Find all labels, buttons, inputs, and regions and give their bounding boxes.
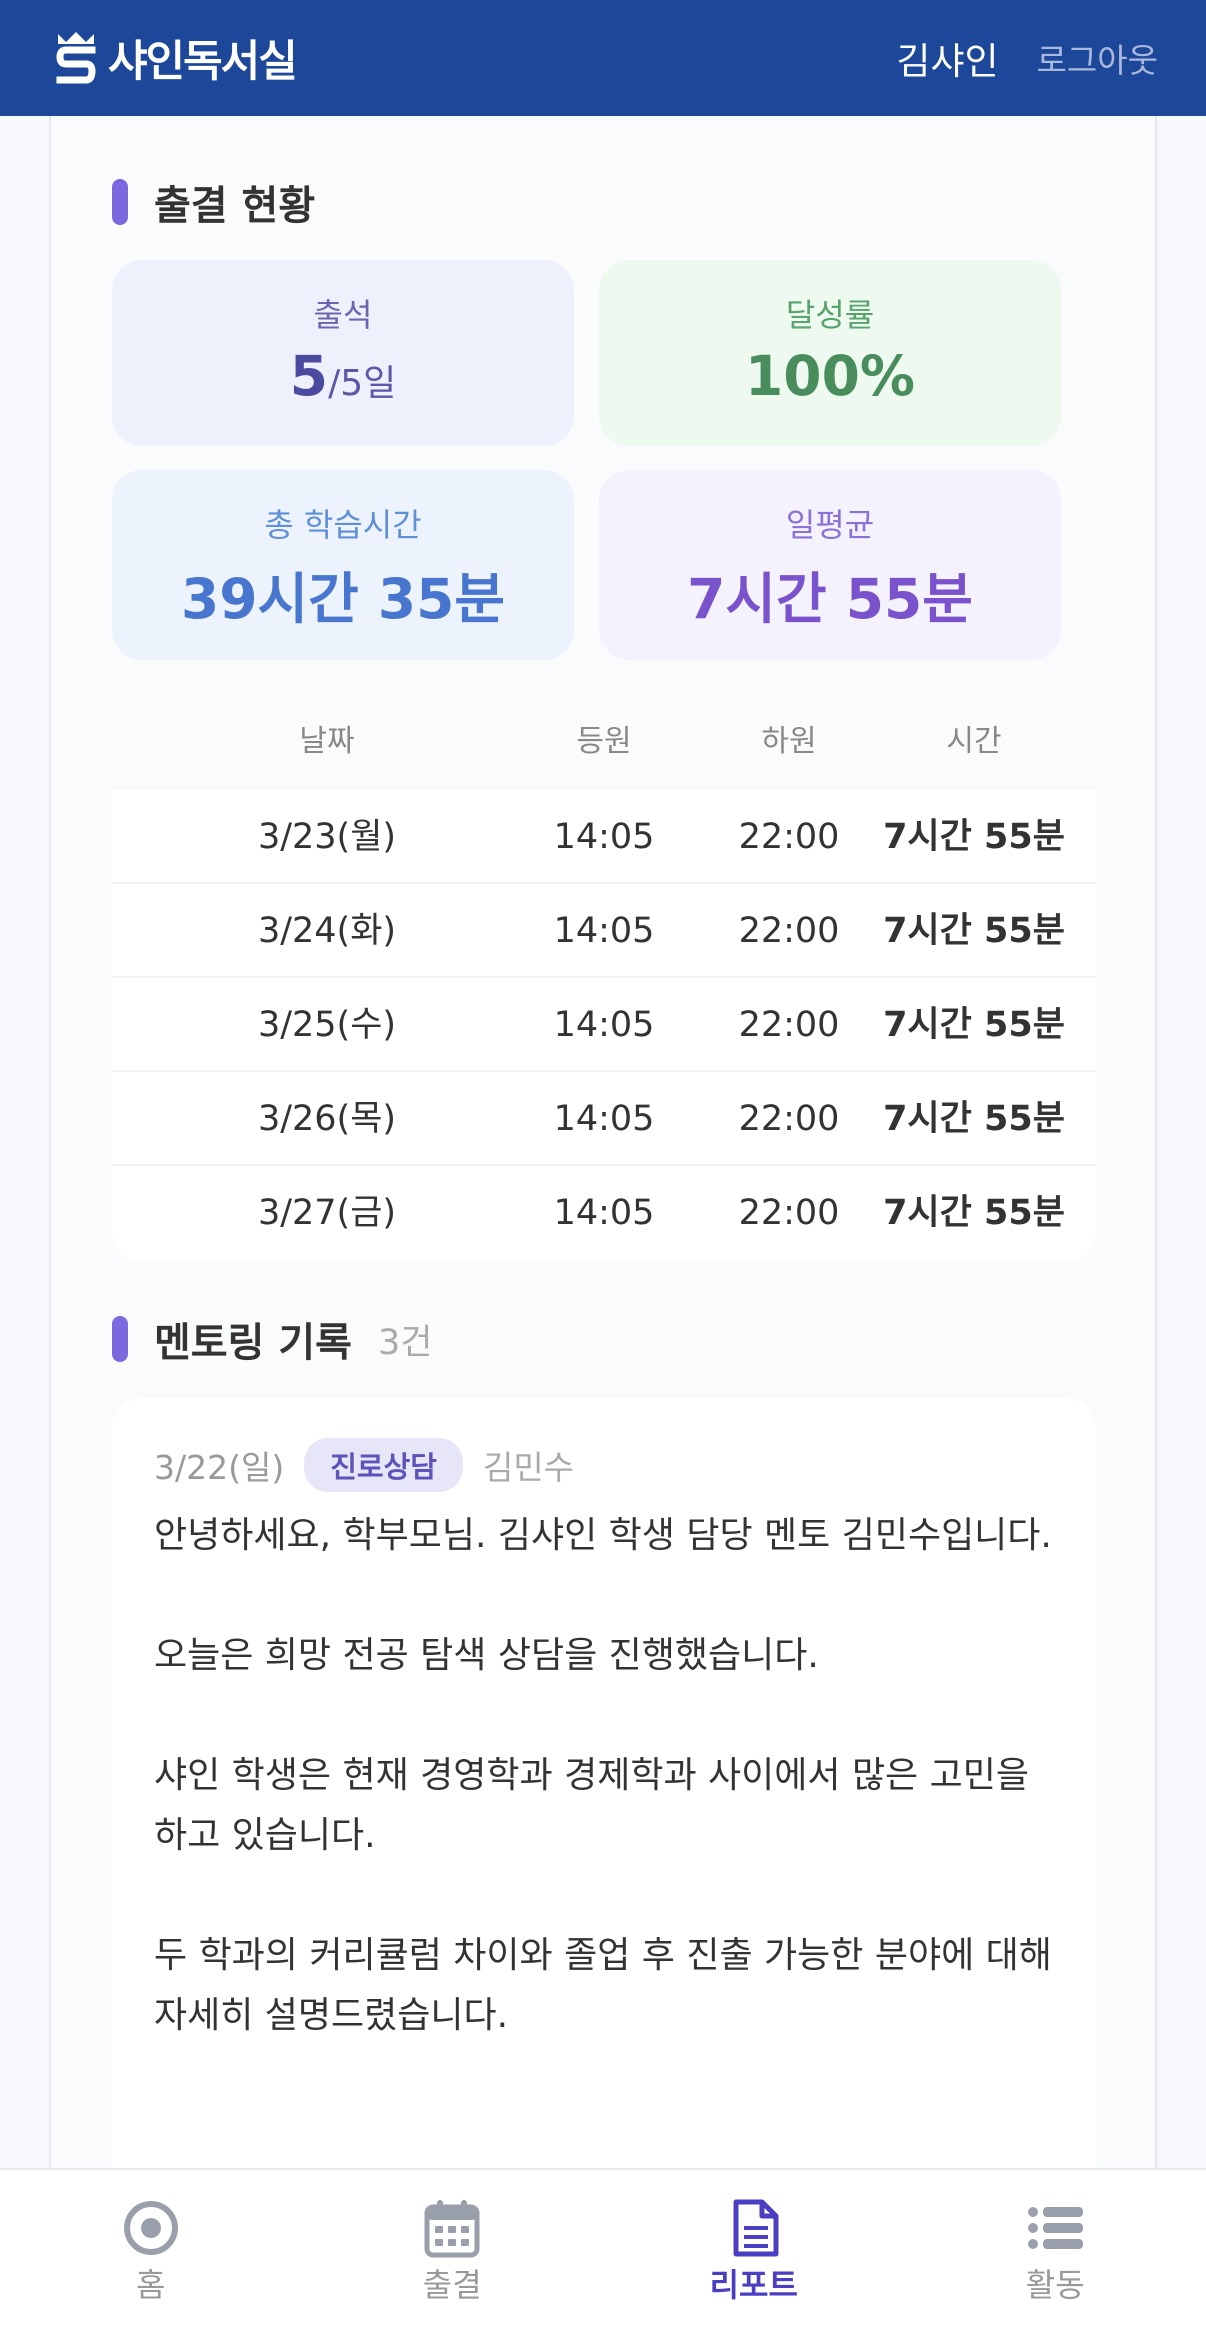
table-row: 3/27(금) 14:05 22:00 7시간 55분 xyxy=(112,1166,1096,1260)
column-header-duration: 시간 xyxy=(946,724,1002,759)
table-row: 3/25(수) 14:05 22:00 7시간 55분 xyxy=(112,978,1096,1072)
attendance-section-title: 출결 현황 xyxy=(112,173,315,231)
mentor-name: 김민수 xyxy=(482,1448,575,1487)
main-content: 출결 현황 출석 5/5일 달성률 100% 총 학습시간 39시간 35분 일… xyxy=(49,116,1157,2168)
nav-label-home: 홈 xyxy=(136,2266,166,2304)
logo-text: 샤인독서실 xyxy=(108,37,298,87)
attendance-label: 출석 xyxy=(313,296,373,334)
row-duration: 7시간 55분 xyxy=(883,817,1065,857)
table-row: 3/23(월) 14:05 22:00 7시간 55분 xyxy=(112,790,1096,884)
attendance-value: 5/5일 xyxy=(112,344,574,408)
row-duration: 7시간 55분 xyxy=(883,911,1065,951)
row-date: 3/25(수) xyxy=(257,1005,397,1045)
logout-button[interactable]: 로그아웃 xyxy=(1037,34,1158,82)
user-name: 김샤인 xyxy=(896,40,999,83)
row-checkout: 22:00 xyxy=(738,911,840,951)
row-checkout: 22:00 xyxy=(738,817,840,857)
mentoring-category-badge: 진로상담 xyxy=(304,1438,463,1492)
attendance-total: /5일 xyxy=(328,363,397,404)
row-checkout: 22:00 xyxy=(738,1005,840,1045)
avg-label: 일평균 xyxy=(785,506,875,544)
row-checkout: 22:00 xyxy=(738,1193,840,1233)
attendance-count: 5 xyxy=(289,344,329,408)
table-row: 3/24(화) 14:05 22:00 7시간 55분 xyxy=(112,884,1096,978)
row-duration: 7시간 55분 xyxy=(883,1193,1065,1233)
row-date: 3/27(금) xyxy=(257,1193,397,1233)
row-checkout: 22:00 xyxy=(738,1099,840,1139)
row-duration: 7시간 55분 xyxy=(883,1099,1065,1139)
list-icon xyxy=(1028,2207,1084,2249)
nav-item-activity[interactable]: 활동 xyxy=(905,2170,1206,2334)
row-duration: 7시간 55분 xyxy=(883,1005,1065,1045)
mentoring-record-card[interactable]: 3/22(일) 진로상담 김민수 안녕하세요, 학부모님. 김샤인 학생 담당 … xyxy=(112,1398,1096,2168)
row-checkin: 14:05 xyxy=(553,817,655,857)
column-header-checkout: 하원 xyxy=(761,724,817,759)
nav-label-attendance: 출결 xyxy=(422,2266,482,2304)
total-label: 총 학습시간 xyxy=(264,506,422,544)
bottom-navigation: 홈 출결 리포트 활동 xyxy=(0,2168,1206,2334)
mentoring-meta: 3/22(일) 진로상담 김민수 xyxy=(154,1438,574,1492)
attendance-table-header: 날짜 등원 하원 시간 xyxy=(112,716,1096,764)
section-title-text: 출결 현황 xyxy=(154,183,316,229)
row-date: 3/26(목) xyxy=(257,1099,397,1139)
row-checkin: 14:05 xyxy=(553,911,655,951)
calendar-icon xyxy=(424,2200,480,2258)
row-date: 3/24(화) xyxy=(257,911,397,951)
row-date: 3/23(월) xyxy=(257,817,397,857)
rate-value: 100% xyxy=(745,344,915,408)
nav-item-home[interactable]: 홈 xyxy=(0,2170,302,2334)
rate-label: 달성률 xyxy=(785,296,875,334)
nav-label-report: 리포트 xyxy=(709,2266,798,2304)
section-accent-bar xyxy=(112,179,128,225)
nav-item-report[interactable]: 리포트 xyxy=(603,2170,905,2334)
nav-item-attendance[interactable]: 출결 xyxy=(302,2170,604,2334)
avg-value: 7시간 55분 xyxy=(687,567,973,631)
mentoring-section-title: 멘토링 기록 3건 xyxy=(112,1310,432,1368)
section-title-text: 멘토링 기록 xyxy=(154,1320,352,1366)
nav-label-activity: 활동 xyxy=(1025,2266,1085,2304)
total-study-time-card: 총 학습시간 39시간 35분 xyxy=(112,470,574,660)
column-header-date: 날짜 xyxy=(299,724,355,759)
section-accent-bar xyxy=(112,1316,128,1362)
row-checkin: 14:05 xyxy=(553,1005,655,1045)
column-header-checkin: 등원 xyxy=(576,724,632,759)
row-checkin: 14:05 xyxy=(553,1099,655,1139)
mentoring-body-text: 안녕하세요, 학부모님. 김샤인 학생 담당 멘토 김민수입니다. 오늘은 희망… xyxy=(154,1515,1052,2036)
mentoring-date: 3/22(일) xyxy=(154,1448,285,1487)
table-row: 3/26(목) 14:05 22:00 7시간 55분 xyxy=(112,1072,1096,1166)
document-icon xyxy=(733,2199,779,2257)
attendance-card: 출석 5/5일 xyxy=(112,260,574,446)
total-value: 39시간 35분 xyxy=(180,567,506,631)
row-checkin: 14:05 xyxy=(553,1193,655,1233)
home-target-icon xyxy=(123,2201,178,2255)
achievement-rate-card: 달성률 100% xyxy=(599,260,1061,446)
app-header: 샤인독서실 김샤인 로그아웃 xyxy=(0,0,1206,116)
mentoring-count: 3건 xyxy=(377,1322,433,1363)
daily-average-card: 일평균 7시간 55분 xyxy=(599,470,1061,660)
attendance-table: 3/23(월) 14:05 22:00 7시간 55분 3/24(화) 14:0… xyxy=(112,790,1096,1260)
shield-logo-icon xyxy=(56,32,96,84)
logo[interactable]: 샤인독서실 xyxy=(52,27,298,89)
